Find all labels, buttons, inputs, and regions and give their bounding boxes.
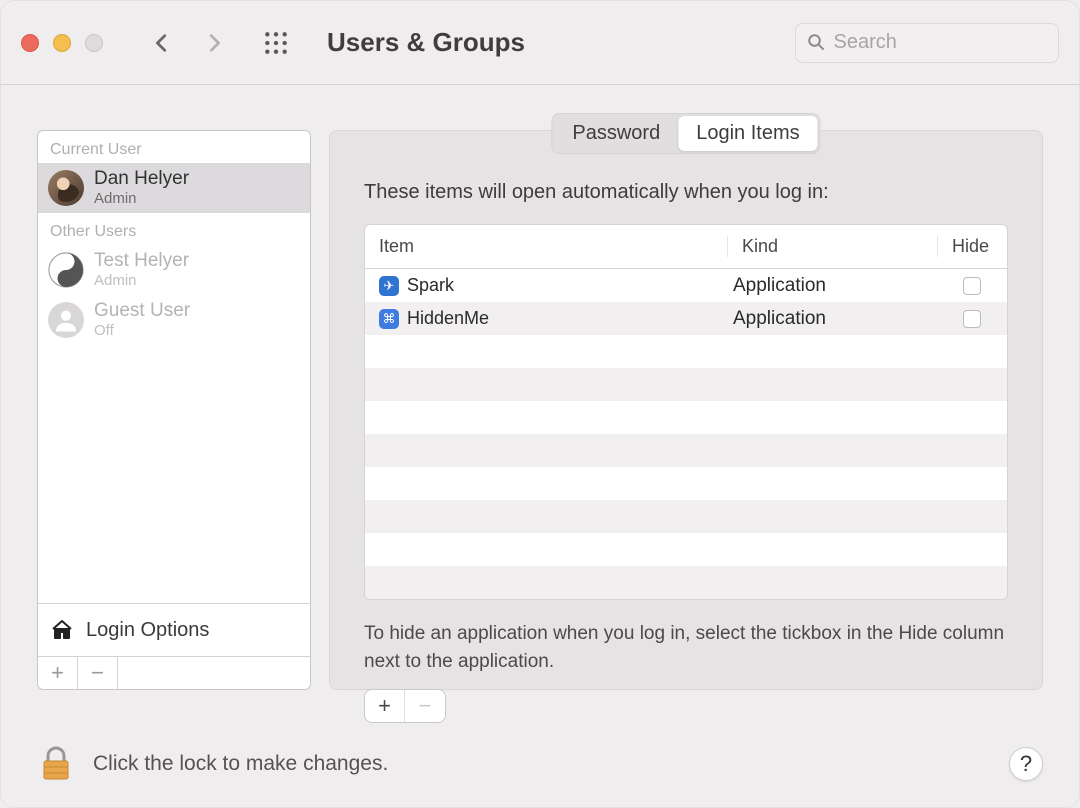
help-button[interactable]: ? — [1009, 747, 1043, 781]
search-icon — [806, 32, 826, 54]
table-row — [365, 566, 1007, 599]
table-row — [365, 368, 1007, 401]
login-item-plus-minus: + − — [364, 689, 446, 723]
main-panel: Password Login Items These items will op… — [329, 130, 1043, 690]
item-kind: Application — [727, 275, 937, 297]
lock-text: Click the lock to make changes. — [93, 752, 388, 776]
sidebar-user-current[interactable]: Dan Helyer Admin — [38, 163, 310, 213]
user-name: Dan Helyer — [94, 169, 189, 190]
item-kind: Application — [727, 308, 937, 330]
tab-login-items[interactable]: Login Items — [678, 116, 817, 151]
window-controls — [21, 34, 103, 52]
table-row — [365, 434, 1007, 467]
app-icon: ✈ — [379, 276, 399, 296]
user-plus-minus: + − — [38, 656, 310, 689]
login-options-button[interactable]: Login Options — [38, 603, 310, 656]
close-window-button[interactable] — [21, 34, 39, 52]
login-items-table: Item Kind Hide ✈ Spark Application ⌘ HiddenM… — [364, 224, 1008, 600]
user-role: Admin — [94, 272, 189, 289]
item-name: Spark — [407, 275, 454, 296]
table-row[interactable]: ✈ Spark Application — [365, 269, 1007, 302]
nav-arrows — [151, 32, 225, 54]
login-options-label: Login Options — [86, 619, 209, 642]
avatar — [48, 170, 84, 206]
remove-login-item-button[interactable]: − — [405, 690, 445, 722]
user-sidebar: Current User Dan Helyer Admin Other User… — [37, 130, 311, 690]
table-row — [365, 500, 1007, 533]
user-name: Guest User — [94, 301, 190, 322]
table-row — [365, 533, 1007, 566]
toolbar: Users & Groups — [1, 1, 1079, 85]
home-icon — [50, 618, 74, 642]
other-users-header: Other Users — [38, 213, 310, 245]
minimize-window-button[interactable] — [53, 34, 71, 52]
search-input[interactable] — [834, 31, 1049, 54]
table-header: Item Kind Hide — [365, 225, 1007, 269]
table-row — [365, 401, 1007, 434]
remove-user-button[interactable]: − — [78, 657, 118, 689]
show-all-prefs-button[interactable] — [263, 30, 289, 56]
sidebar-user-other[interactable]: Test Helyer Admin — [38, 245, 310, 295]
table-row — [365, 467, 1007, 500]
user-role: Admin — [94, 190, 189, 207]
current-user-header: Current User — [38, 131, 310, 163]
sidebar-user-guest[interactable]: Guest User Off — [38, 295, 310, 345]
col-hide[interactable]: Hide — [937, 236, 1007, 257]
avatar — [48, 252, 84, 288]
avatar — [48, 302, 84, 338]
search-field[interactable] — [795, 23, 1059, 63]
tab-bar: Password Login Items — [551, 113, 820, 154]
lock-row: Click the lock to make changes. ? — [37, 745, 1043, 783]
hide-checkbox[interactable] — [963, 310, 981, 328]
page-title: Users & Groups — [327, 27, 525, 58]
item-name: HiddenMe — [407, 308, 489, 329]
lock-icon[interactable] — [37, 745, 75, 783]
tab-password[interactable]: Password — [554, 116, 678, 151]
col-kind[interactable]: Kind — [727, 236, 937, 257]
app-icon: ⌘ — [379, 309, 399, 329]
user-name: Test Helyer — [94, 251, 189, 272]
hide-note: To hide an application when you log in, … — [364, 620, 1008, 675]
zoom-window-button[interactable] — [85, 34, 103, 52]
col-item[interactable]: Item — [365, 236, 727, 257]
add-login-item-button[interactable]: + — [365, 690, 405, 722]
back-button[interactable] — [151, 32, 173, 54]
hide-checkbox[interactable] — [963, 277, 981, 295]
login-items-intro: These items will open automatically when… — [364, 181, 1008, 204]
table-row[interactable]: ⌘ HiddenMe Application — [365, 302, 1007, 335]
table-row — [365, 335, 1007, 368]
forward-button[interactable] — [203, 32, 225, 54]
user-role: Off — [94, 322, 190, 339]
add-user-button[interactable]: + — [38, 657, 78, 689]
